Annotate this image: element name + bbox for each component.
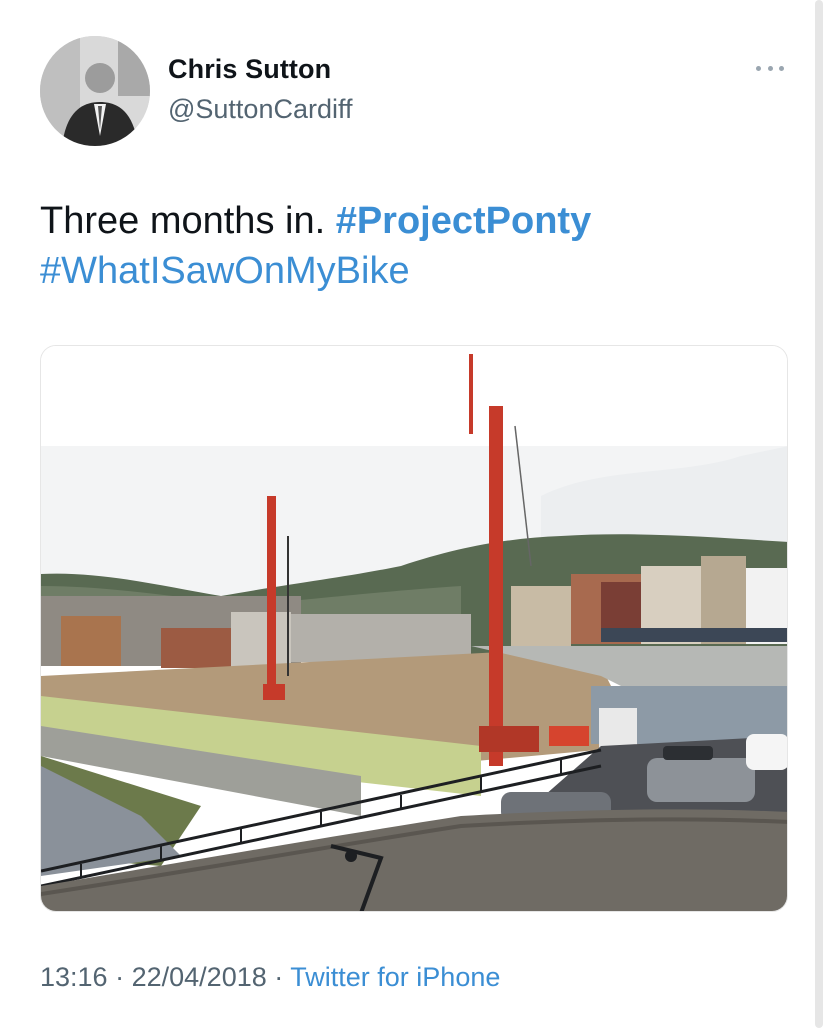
hashtag-link[interactable]: #WhatISawOnMyBike: [40, 250, 410, 292]
scrollbar[interactable]: [815, 0, 823, 1028]
tweet-photo[interactable]: [40, 345, 788, 912]
tweet-date[interactable]: 22/04/2018: [132, 962, 267, 992]
more-options-icon[interactable]: [752, 56, 788, 80]
tweet-meta: 13:16 · 22/04/2018 · Twitter for iPhone: [40, 962, 500, 993]
dot: [767, 65, 773, 71]
author-name[interactable]: Chris Sutton: [168, 54, 331, 85]
meta-separator: ·: [274, 962, 284, 992]
tweet-text: Three months in. #ProjectPonty #WhatISaw…: [40, 196, 800, 296]
dot: [756, 65, 761, 71]
author-handle[interactable]: @SuttonCardiff: [168, 94, 353, 125]
avatar[interactable]: [40, 36, 150, 146]
tweet-time[interactable]: 13:16: [40, 962, 108, 992]
tweet-text-plain: Three months in.: [40, 200, 336, 242]
hashtag-link[interactable]: #ProjectPonty: [336, 200, 592, 242]
tweet-card: Chris Sutton @SuttonCardiff Three months…: [0, 0, 828, 1028]
construction-site-photo: [41, 346, 787, 911]
dot: [779, 65, 784, 71]
tweet-source-link[interactable]: Twitter for iPhone: [290, 962, 500, 992]
meta-separator: ·: [115, 962, 125, 992]
avatar-image: [40, 36, 150, 146]
